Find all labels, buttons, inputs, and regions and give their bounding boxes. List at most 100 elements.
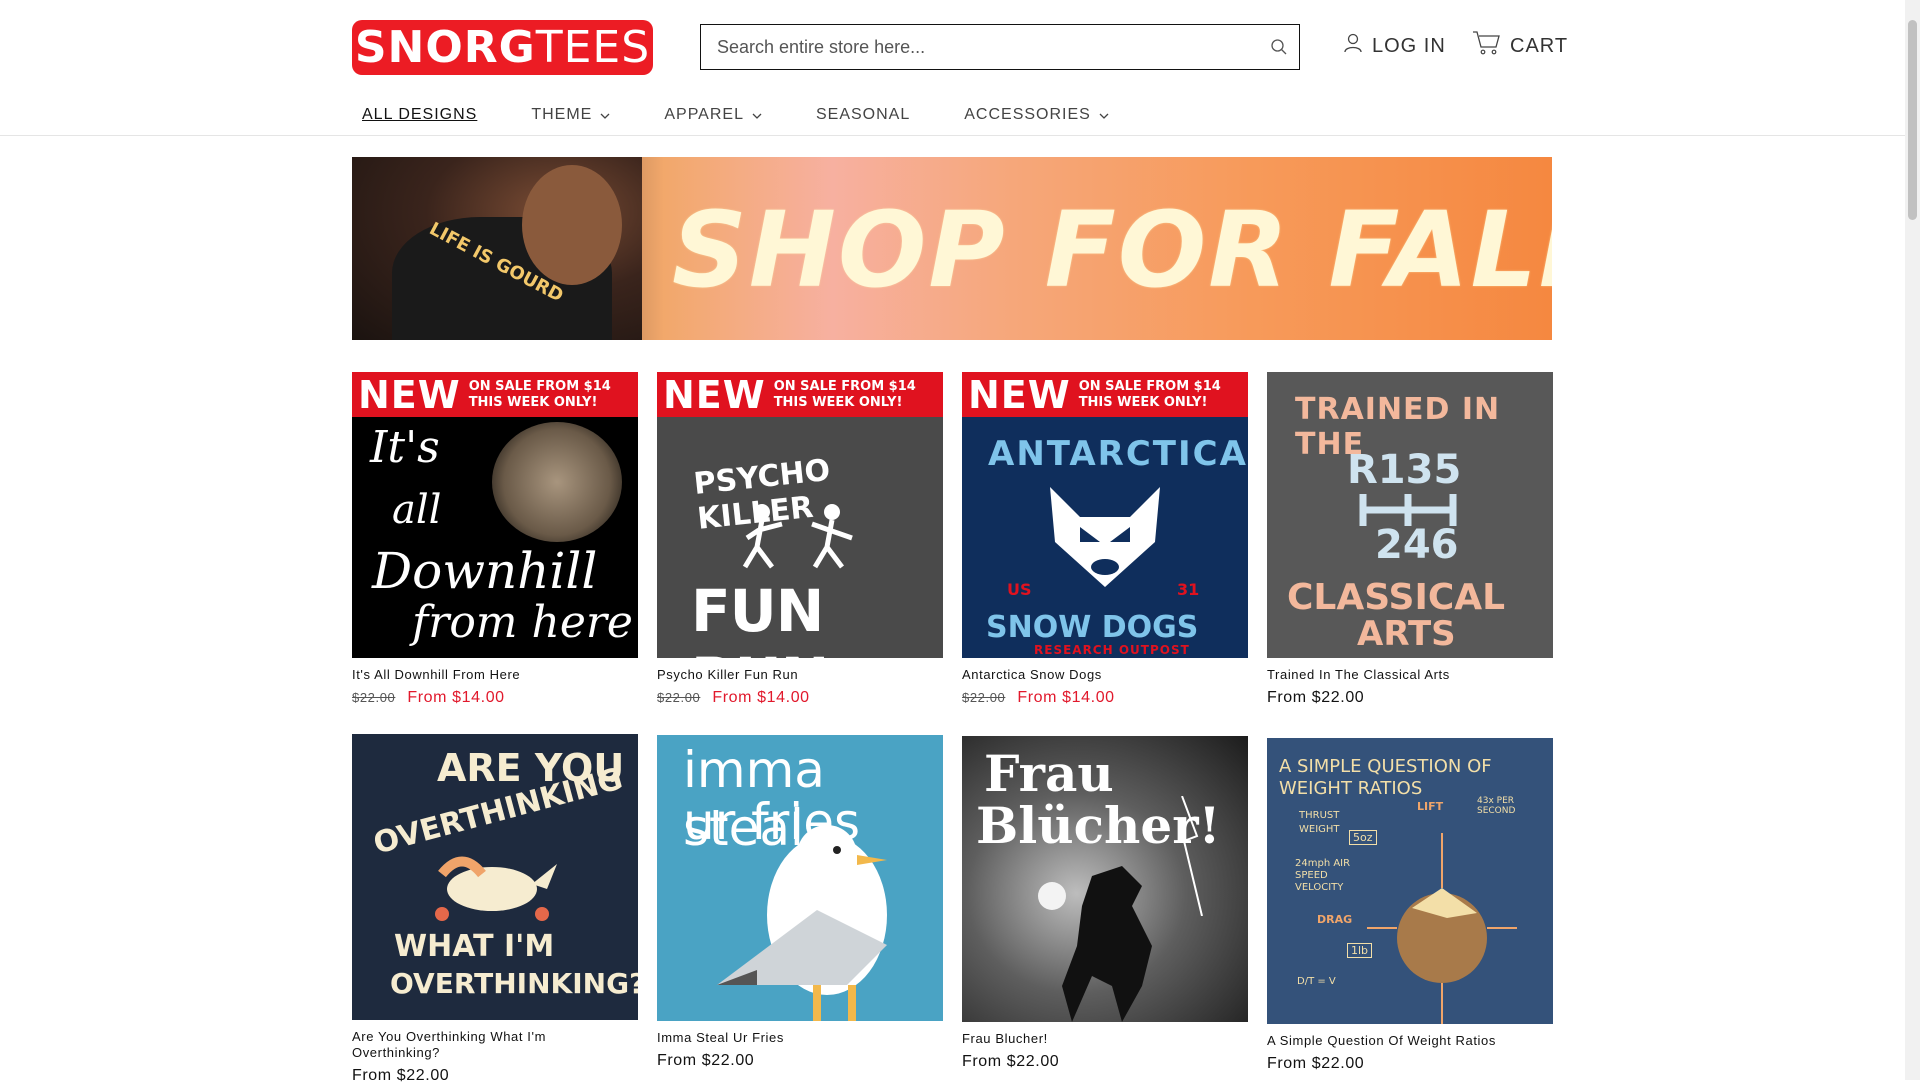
product-price: $22.00 From $14.00 [352,689,638,707]
main-nav: ALL DESIGNS THEME APPAREL SEASONAL ACCES… [352,100,1153,130]
art-text: WEIGHT [1299,824,1340,835]
chevron-down-icon [752,106,762,124]
nav-label: ALL DESIGNS [362,106,478,123]
product-card[interactable]: A SIMPLE QUESTION OF WEIGHT RATIOS THRUS… [1267,738,1553,1073]
product-image[interactable]: NEW ON SALE FROM $14 THIS WEEK ONLY! PSYCH… [657,372,943,658]
art-text: It's [370,422,440,473]
art-text: DRAG [1317,913,1353,926]
art-text: 43x PER SECOND [1477,796,1516,816]
badge-new: NEW [968,372,1071,417]
swallow-coconut-diagram [1367,828,1517,1024]
old-price: $22.00 [962,690,1006,705]
site-logo[interactable]: SNORG TEES [352,20,653,75]
unicorn-illustration [422,844,562,924]
promo-banner[interactable]: LIFE IS GOURD SHOP FOR FALL [352,157,1552,340]
product-price: From $22.00 [1267,689,1553,707]
logo-bold: SNORG [354,22,536,73]
product-title[interactable]: It's All Downhill From Here [352,667,638,683]
product-card[interactable]: NEW ON SALE FROM $14 THIS WEEK ONLY! PSYCH… [657,372,943,707]
price: From $22.00 [1267,1055,1365,1072]
product-image[interactable]: imma steal ur fries [657,735,943,1021]
cats-illustration [492,422,622,542]
lightning-bolt [1172,795,1212,917]
horse-silhouette [1022,866,1182,1022]
chevron-down-icon [1099,106,1109,124]
art-text: ANTARCTICA [988,434,1248,474]
badge-new: NEW [358,372,461,417]
art-text: RESEARCH OUTPOST [1034,643,1190,657]
nav-item-apparel[interactable]: APPAREL [654,106,762,124]
product-image[interactable]: NEW ON SALE FROM $14 THIS WEEK ONLY! ANTAR… [962,372,1248,658]
art-text: CLASSICAL [1287,577,1506,618]
product-price: $22.00 From $14.00 [962,689,1248,707]
seagull-illustration [687,815,917,1021]
product-price: From $22.00 [1267,1055,1553,1073]
nav-label: ACCESSORIES [964,106,1091,123]
art-text: WHAT I'M [394,929,555,964]
banner-headline: SHOP FOR FALL [672,189,1552,311]
price: From $22.00 [1267,689,1365,706]
nav-label: THEME [531,106,593,123]
scrollbar-thumb[interactable] [1908,20,1917,220]
product-price: From $22.00 [962,1053,1248,1071]
page: SNORGTEES LOG IN CART ALL DESIGNS THEME … [0,0,1905,1084]
nav-item-all-designs[interactable]: ALL DESIGNS [352,106,477,124]
cart-label: CART [1510,34,1569,57]
product-card[interactable]: NEW ON SALE FROM $14 THIS WEEK ONLY! ANTAR… [962,372,1248,707]
product-title[interactable]: Are You Overthinking What I'm Overthinki… [352,1029,638,1061]
product-title[interactable]: Trained In The Classical Arts [1267,667,1553,683]
art-text: SNOW DOGS [986,610,1199,645]
product-image[interactable]: ARE YOU OVERTHINKING WHAT I'M OVERTHINKI… [352,734,638,1020]
art-text: R135 [1347,447,1462,493]
product-title[interactable]: Antarctica Snow Dogs [962,667,1248,683]
product-card[interactable]: imma steal ur fries Imma Steal Ur Fries … [657,735,943,1070]
product-card[interactable]: Frau Blücher! Frau Blucher! From $22.00 [962,736,1248,1071]
product-image[interactable]: TRAINED IN THE R135 246 CLASSICAL ARTS [1267,372,1553,658]
search-input[interactable] [701,24,1259,70]
user-icon [1342,32,1364,60]
nav-label: APPAREL [664,106,744,123]
search-icon[interactable] [1259,27,1299,67]
product-title[interactable]: A Simple Question Of Weight Ratios [1267,1033,1553,1049]
badge-line1: ON SALE FROM $14 [468,378,611,394]
old-price: $22.00 [657,690,701,705]
product-image[interactable]: Frau Blücher! [962,736,1248,1022]
vertical-scrollbar[interactable] [1905,0,1920,1080]
art-text: WEIGHT RATIOS [1279,778,1423,799]
search-box [700,24,1300,70]
art-text: Downhill [372,542,598,600]
art-text: 31 [1177,580,1200,599]
art-text: all [392,487,442,533]
logo-thin: TEES [535,22,651,73]
nav-item-seasonal[interactable]: SEASONAL [806,106,910,124]
product-card[interactable]: TRAINED IN THE R135 246 CLASSICAL ARTS T… [1267,372,1553,707]
login-label: LOG IN [1372,34,1446,57]
art-text: ARTS [1357,614,1456,654]
badge-text: ON SALE FROM $14 THIS WEEK ONLY! [1071,379,1221,411]
banner-model-image: LIFE IS GOURD [352,157,642,340]
nav-label: SEASONAL [815,106,911,123]
product-image[interactable]: NEW ON SALE FROM $14 THIS WEEK ONLY! It's … [352,372,638,658]
badge-line2: THIS WEEK ONLY! [773,394,903,410]
sale-badge: NEW ON SALE FROM $14 THIS WEEK ONLY! [962,372,1248,417]
art-text: OVERTHINKING? [390,967,638,1000]
cart-icon [1472,30,1502,62]
product-card[interactable]: NEW ON SALE FROM $14 THIS WEEK ONLY! It's … [352,372,638,707]
product-price: $22.00 From $14.00 [657,689,943,707]
art-text: THRUST [1299,810,1340,821]
price: From $22.00 [657,1052,755,1069]
product-title[interactable]: Psycho Killer Fun Run [657,667,943,683]
art-text: Frau [984,744,1114,803]
site-header: SNORGTEES LOG IN CART ALL DESIGNS THEME … [352,0,1567,135]
product-card[interactable]: ARE YOU OVERTHINKING WHAT I'M OVERTHINKI… [352,734,638,1085]
nav-item-theme[interactable]: THEME [521,106,610,124]
art-text: from here [412,597,633,648]
cart-link[interactable]: CART [1472,30,1568,62]
product-image[interactable]: A SIMPLE QUESTION OF WEIGHT RATIOS THRUS… [1267,738,1553,1024]
product-title[interactable]: Imma Steal Ur Fries [657,1030,943,1046]
art-text: LIFT [1417,800,1444,813]
nav-item-accessories[interactable]: ACCESSORIES [954,106,1109,124]
badge-line1: ON SALE FROM $14 [773,378,916,394]
product-title[interactable]: Frau Blucher! [962,1031,1248,1047]
login-link[interactable]: LOG IN [1342,30,1446,62]
